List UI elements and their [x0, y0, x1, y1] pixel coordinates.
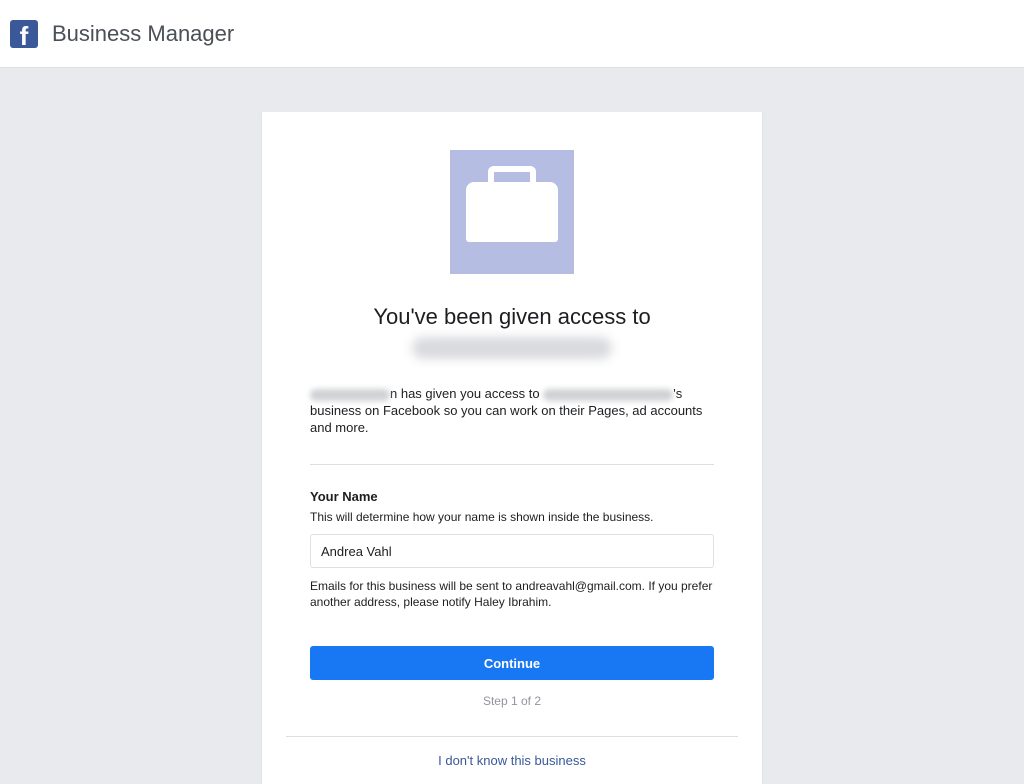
redacted-business-name-inline: [543, 389, 673, 401]
briefcase-icon: [450, 150, 574, 274]
divider: [310, 464, 714, 465]
access-card: You've been given access to n has given …: [262, 112, 762, 784]
main-content: You've been given access to n has given …: [0, 68, 1024, 784]
redacted-business-name: [412, 337, 612, 359]
app-header: f Business Manager: [0, 0, 1024, 68]
email-note: Emails for this business will be sent to…: [310, 578, 714, 610]
step-indicator: Step 1 of 2: [310, 694, 714, 708]
divider-bottom: [286, 736, 738, 737]
app-title: Business Manager: [52, 21, 234, 47]
card-heading: You've been given access to: [310, 302, 714, 361]
continue-button[interactable]: Continue: [310, 646, 714, 680]
heading-text: You've been given access to: [373, 304, 650, 329]
redacted-person-name: [310, 389, 390, 401]
facebook-logo-icon: f: [10, 20, 38, 48]
desc-text-2: has given you access to: [397, 386, 543, 401]
name-input[interactable]: [310, 534, 714, 568]
name-label: Your Name: [310, 489, 714, 504]
unknown-business-link[interactable]: I don't know this business: [310, 753, 714, 784]
card-description: n has given you access to 's business on…: [310, 385, 714, 436]
name-hint: This will determine how your name is sho…: [310, 510, 714, 524]
card-icon-wrap: [310, 150, 714, 274]
